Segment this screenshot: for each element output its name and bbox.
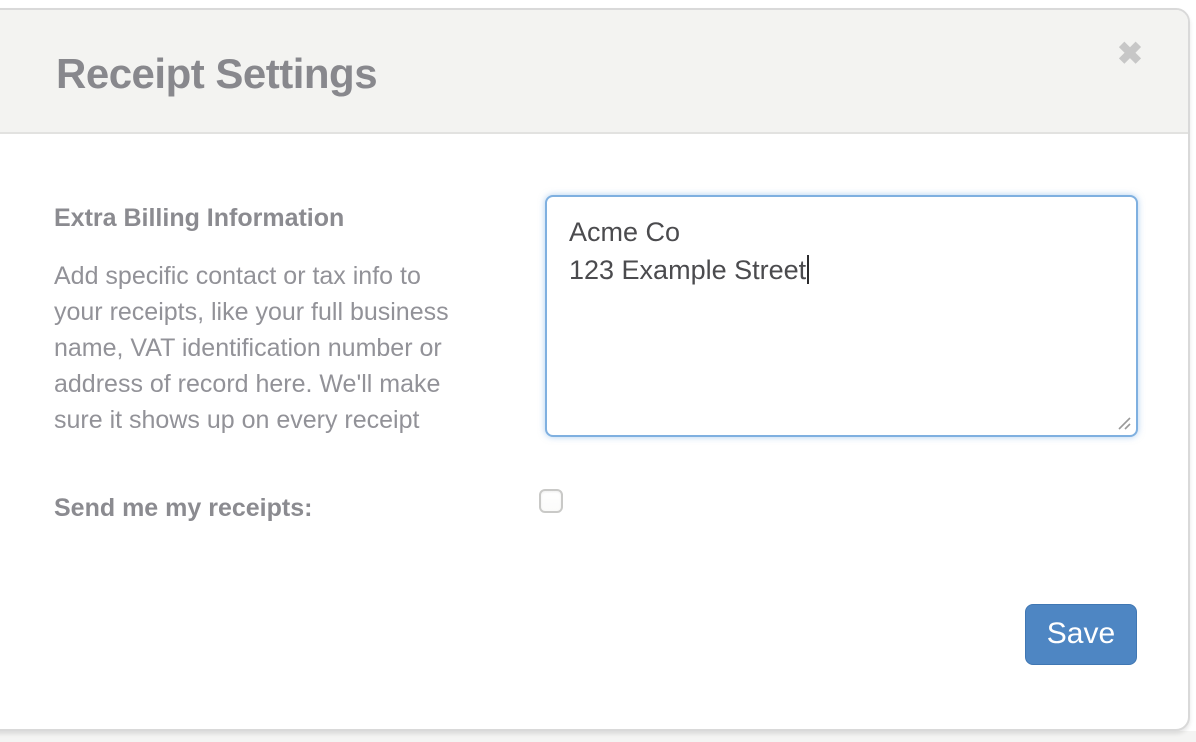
- extra-billing-information-label: Extra Billing Information: [54, 204, 344, 233]
- billing-info-textarea[interactable]: Acme Co 123 Example Street: [545, 195, 1138, 437]
- close-icon[interactable]: ✖: [1110, 34, 1150, 74]
- save-button[interactable]: Save: [1025, 604, 1137, 665]
- send-receipts-checkbox[interactable]: [539, 489, 563, 513]
- modal-header: Receipt Settings ✖: [0, 10, 1188, 134]
- page: Receipt Settings ✖ Extra Billing Informa…: [0, 0, 1196, 742]
- modal-title: Receipt Settings: [56, 50, 377, 98]
- text-cursor: [807, 255, 809, 284]
- modal-body: Extra Billing Information Add specific c…: [0, 136, 1188, 729]
- billing-description-text: Add specific contact or tax info to your…: [54, 258, 474, 438]
- resize-handle-icon[interactable]: [1117, 416, 1132, 431]
- page-background: [0, 731, 1196, 742]
- textarea-line-1: Acme Co: [569, 217, 680, 247]
- receipt-settings-modal: Receipt Settings ✖ Extra Billing Informa…: [0, 8, 1190, 731]
- textarea-line-2: 123 Example Street: [569, 255, 806, 285]
- send-receipts-label: Send me my receipts:: [54, 494, 312, 523]
